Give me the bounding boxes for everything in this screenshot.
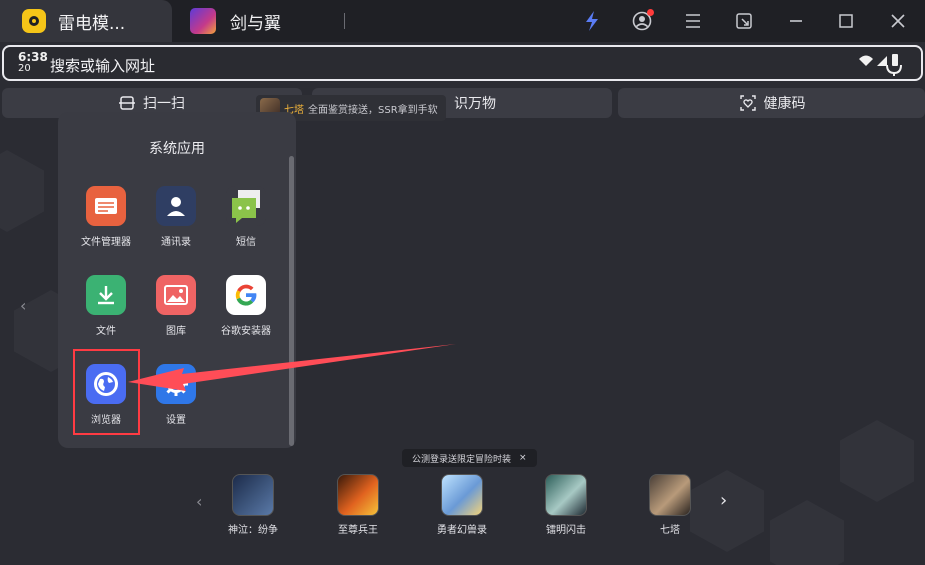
- address-bar[interactable]: 6:38 20 搜索或输入网址: [2, 45, 923, 81]
- bg-hexagon: [840, 420, 914, 502]
- dock-app[interactable]: 神泣：纷争: [213, 474, 293, 536]
- bg-hexagon: [770, 500, 844, 565]
- scan-label: 扫一扫: [143, 96, 185, 112]
- sms-icon: [226, 186, 266, 226]
- battery-icon: [892, 54, 898, 66]
- app-label: 通讯录: [161, 237, 191, 248]
- chevron-right-icon[interactable]: ›: [720, 490, 727, 511]
- tab-game[interactable]: 剑与翼: [190, 0, 281, 42]
- window-mode-icon[interactable]: [732, 9, 756, 33]
- dock-app-label: 勇者幻兽录: [437, 525, 487, 536]
- dock-banner-text: 公测登录送限定冒险时装: [412, 454, 512, 465]
- app-label: 图库: [166, 326, 186, 337]
- dock-app[interactable]: 七塔: [630, 474, 710, 536]
- game-icon: [649, 474, 691, 516]
- game-icon: [232, 474, 274, 516]
- ldplayer-logo-icon: [22, 9, 46, 33]
- gallery-icon: [156, 275, 196, 315]
- file-manager-icon: [86, 186, 126, 226]
- app-label: 文件管理器: [81, 237, 131, 248]
- dock-app-label: 至尊兵王: [338, 525, 378, 536]
- app-label: 短信: [236, 237, 256, 248]
- panel-scrollbar[interactable]: [289, 156, 294, 446]
- panel-title: 系统应用: [149, 141, 205, 157]
- chevron-left-icon[interactable]: ‹: [196, 492, 202, 511]
- google-icon: [226, 275, 266, 315]
- title-bar: 雷电模... 剑与翼: [0, 0, 925, 42]
- close-icon[interactable]: ×: [519, 453, 527, 463]
- download-icon: [86, 275, 126, 315]
- notice-text: 全面鉴赏接送，SSR拿到手软: [308, 104, 438, 116]
- lightning-icon[interactable]: [580, 9, 604, 33]
- menu-icon[interactable]: [681, 9, 705, 33]
- tab-label: 雷电模...: [58, 13, 126, 34]
- dock-app-label: 神泣：纷争: [228, 525, 278, 536]
- close-icon[interactable]: [886, 9, 910, 33]
- minimize-icon[interactable]: [784, 9, 808, 33]
- status-icons: [857, 51, 909, 77]
- app-file-manager[interactable]: 文件管理器: [71, 186, 141, 248]
- tab-ldplayer[interactable]: 雷电模...: [0, 0, 172, 42]
- user-account-icon[interactable]: [630, 9, 654, 33]
- dock-app-label: 镭明闪击: [546, 525, 586, 536]
- app-files[interactable]: 文件: [71, 275, 141, 337]
- app-gallery[interactable]: 图库: [141, 275, 211, 337]
- maximize-icon[interactable]: [834, 9, 858, 33]
- bg-hexagon: [0, 150, 44, 232]
- dock-promo-banner[interactable]: 公测登录送限定冒险时装 ×: [402, 449, 537, 467]
- dock-app[interactable]: 勇者幻兽录: [422, 474, 502, 536]
- dock-app[interactable]: 至尊兵王: [318, 474, 398, 536]
- signal-icon: [877, 56, 887, 66]
- app-sms[interactable]: 短信: [211, 186, 281, 248]
- game-icon: [190, 8, 216, 34]
- contacts-icon: [156, 186, 196, 226]
- mic-icon: [886, 64, 902, 75]
- status-time-sub: 20: [18, 63, 31, 74]
- scan-icon: [119, 96, 135, 110]
- tab-separator: [344, 13, 345, 29]
- app-label: 设置: [166, 415, 186, 426]
- identify-objects-label: 识万物: [454, 96, 496, 112]
- health-code-icon: [739, 95, 756, 111]
- health-code-label: 健康码: [763, 96, 806, 112]
- wifi-icon: [859, 55, 873, 66]
- game-icon: [441, 474, 483, 516]
- health-code-button[interactable]: 健康码: [620, 88, 925, 118]
- chevron-left-icon[interactable]: ‹: [20, 296, 26, 315]
- status-time: 6:38: [18, 50, 48, 64]
- game-icon: [545, 474, 587, 516]
- notification-dot: [647, 9, 654, 16]
- app-contacts[interactable]: 通讯录: [141, 186, 211, 248]
- tab-label: 剑与翼: [230, 13, 281, 34]
- app-label: 谷歌安装器: [221, 326, 271, 337]
- dock-app-label: 七塔: [660, 525, 680, 536]
- annotation-arrow: [128, 344, 456, 391]
- app-label: 文件: [96, 326, 116, 337]
- app-google-installer[interactable]: 谷歌安装器: [211, 275, 281, 337]
- dock-app[interactable]: 镭明闪击: [526, 474, 606, 536]
- address-input[interactable]: 搜索或输入网址: [50, 55, 155, 76]
- game-icon: [337, 474, 379, 516]
